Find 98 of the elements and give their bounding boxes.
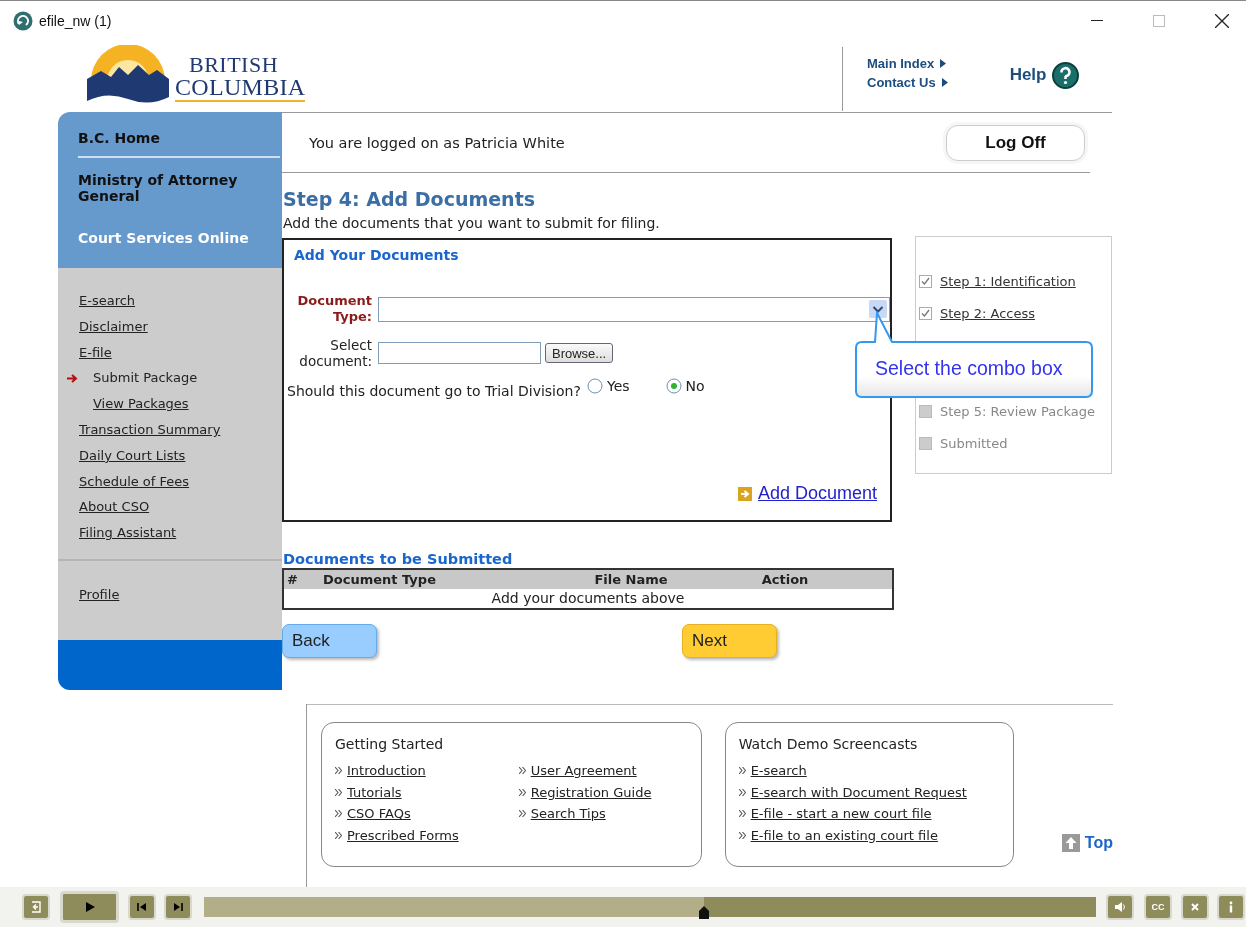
play-icon [83,901,96,913]
footer-link[interactable]: Introduction [347,763,426,779]
nav-link[interactable]: E-search [79,288,136,314]
nav-link[interactable]: Profile [79,581,120,608]
footer-link[interactable]: Registration Guide [530,784,652,800]
nav-link[interactable]: View Packages [93,391,189,417]
help-link[interactable]: Help [1009,65,1047,85]
minimize-icon[interactable] [1091,19,1103,22]
browse-button[interactable]: Browse... [545,343,614,363]
chevrons-icon [738,832,746,840]
back-button[interactable]: Back [282,624,377,658]
footer-link[interactable]: E-search with Document Request [750,784,967,800]
footer-link[interactable]: E-search [750,763,807,779]
session-text: You are logged on as Patricia White [309,134,565,151]
window-title: efile_nw (1) [39,12,112,29]
play-button[interactable] [60,891,119,923]
panel-title: Getting Started [335,736,445,752]
nav-link[interactable]: Disclaimer [79,313,148,340]
previous-button[interactable] [128,894,156,920]
footer-link[interactable]: Search Tips [530,806,606,822]
chevrons-icon [518,788,526,796]
nav-link[interactable]: Submit Package [93,365,198,392]
nav-link[interactable]: E-file [79,339,112,366]
logo-text: COLUMBIA [175,76,306,102]
chevrons-icon [518,767,526,775]
footer-link[interactable]: E-file - start a new court file [750,806,932,822]
skip-forward-icon [172,901,184,913]
sidebar-heading: Ministry of Attorney General [78,172,239,204]
triangle-icon [941,78,948,87]
footer-link[interactable]: Prescribed Forms [347,828,459,844]
maximize-icon[interactable] [1153,14,1165,27]
chevrons-icon [738,767,746,775]
panel-title: Watch Demo Screencasts [738,736,919,752]
add-document-link[interactable]: Add Document [757,483,877,504]
nav-link[interactable]: About CSO [79,494,150,521]
top-link[interactable]: Top [1084,834,1113,852]
step-label[interactable]: Step 2: Access [940,306,1036,322]
nav-link[interactable]: Schedule of Fees [79,468,190,495]
header-link[interactable]: Contact Us [867,73,936,92]
volume-button[interactable] [1106,894,1134,920]
chevrons-icon [518,810,526,818]
radio-label: Yes [607,377,630,394]
footer-link[interactable]: CSO FAQs [347,806,411,822]
logoff-button[interactable]: Log Off [946,124,1085,161]
progress-track[interactable] [204,897,1096,917]
radio-label: No [685,377,705,394]
combo-box[interactable] [378,296,890,322]
chevrons-icon [335,832,342,840]
chevrons-icon [738,788,746,796]
nav-link[interactable]: Filing Assistant [79,520,177,546]
speaker-icon [1114,901,1126,913]
next-slide-button[interactable] [164,894,192,920]
callout-text: Select the combo box [875,357,1063,380]
chevrons-icon [335,788,342,796]
chevrons-icon [738,810,746,818]
column-header: # [287,572,298,587]
file-field[interactable] [378,342,541,364]
footer-link[interactable]: User Agreement [530,763,637,779]
section-heading: Documents to be Submitted [283,550,514,568]
info-button[interactable] [1217,894,1245,920]
triangle-icon [940,59,947,68]
page-description: Add the documents that you want to submit for filing. [283,214,661,232]
empty-message: Add your documents above [491,590,685,606]
close-icon[interactable] [1215,13,1229,28]
field-label: Select document: [298,337,372,369]
nav-link[interactable]: Daily Court Lists [79,442,186,469]
panel-title: Add Your Documents [294,247,460,263]
footer-link[interactable]: Tutorials [347,784,402,800]
step-label: Submitted [940,436,1008,452]
progress-thumb[interactable] [698,906,709,919]
help-icon[interactable] [1052,61,1080,89]
logo-text: BRITISH [189,54,280,76]
question-text: Should this document go to Trial Division? [287,383,582,400]
column-header: File Name [594,572,668,587]
chevrons-icon [335,767,342,775]
step-label: Step 5: Review Package [940,403,1095,419]
sidebar-heading: Court Services Online [78,230,250,246]
header-link[interactable]: Main Index [867,54,935,73]
chevrons-icon [335,810,342,818]
page-heading: Step 4: Add Documents [283,187,537,211]
skip-back-icon [136,901,148,913]
arrow-icon [737,486,752,501]
nav-link[interactable]: Transaction Summary [79,417,221,443]
next-button[interactable]: Next [682,624,777,658]
close-button[interactable] [1181,894,1209,920]
column-header: Action [761,572,809,587]
column-header: Document Type [323,572,436,587]
radio-button[interactable] [587,377,603,394]
footer-link[interactable]: E-file to an existing court file [750,828,938,844]
exit-icon [30,901,42,913]
close-icon [1189,901,1201,913]
step-label[interactable]: Step 1: Identification [940,273,1076,289]
dropdown-icon[interactable] [869,300,887,318]
field-label: Document Type: [296,293,372,325]
app-icon [13,10,33,31]
exit-button[interactable] [22,894,50,920]
radio-button[interactable] [665,377,682,394]
sidebar-heading: B.C. Home [78,130,161,146]
